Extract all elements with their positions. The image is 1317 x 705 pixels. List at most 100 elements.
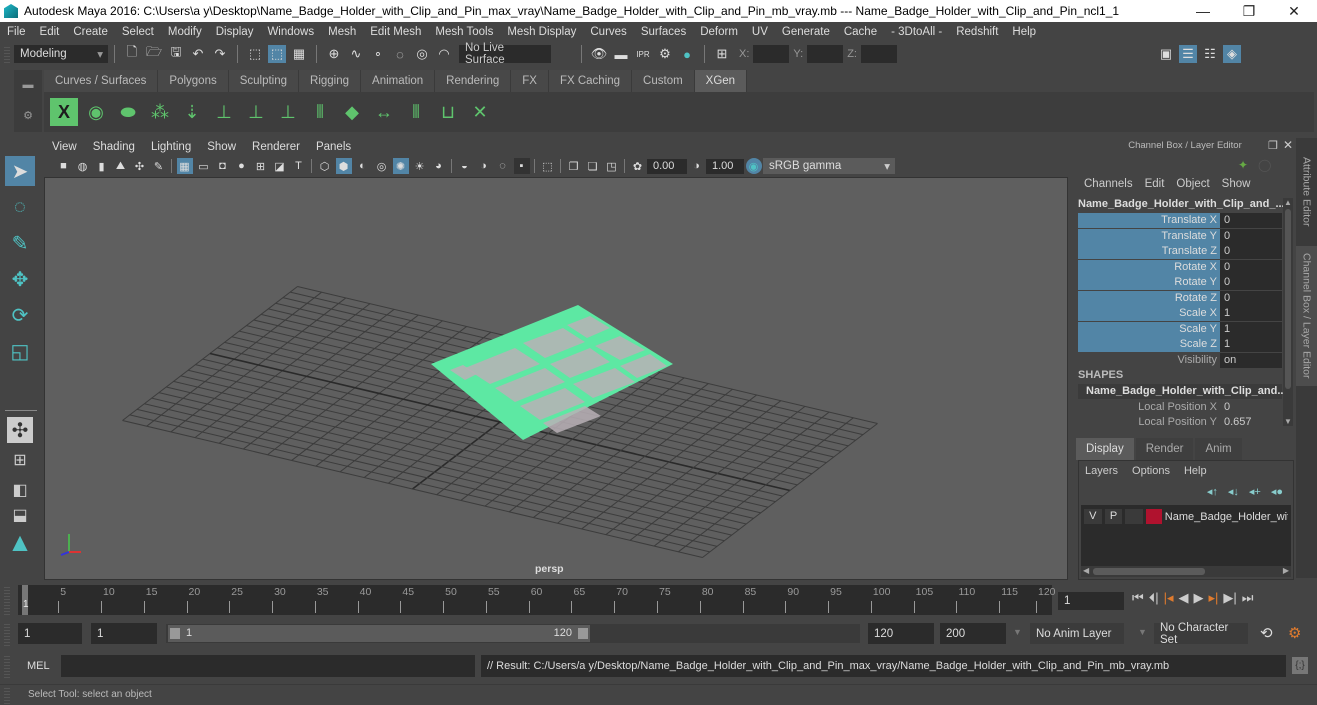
shadows-icon[interactable]: ◕ [431,158,447,174]
channel-value[interactable]: 0 [1220,291,1282,306]
menu-help[interactable]: Help [1005,26,1043,38]
menu-redshift[interactable]: Redshift [949,26,1005,38]
step-forward-key-icon[interactable]: ▸| [1209,590,1219,606]
menu-deform[interactable]: Deform [693,26,745,38]
xgen-sculpt-guides-icon[interactable]: ⫴ [306,98,334,126]
xgen-delete-guides-icon[interactable]: ✕ [466,98,494,126]
field-chart-icon[interactable]: ⊞ [253,158,269,174]
image-plane-icon[interactable]: ⛰ [113,158,129,174]
modeling-toolkit-icon[interactable]: ▣ [1157,45,1175,63]
viewport-persp[interactable]: persp [44,177,1068,580]
z-input[interactable] [860,45,897,63]
snap-pivot-icon[interactable]: ◠ [435,45,453,63]
minimize-button[interactable]: — [1180,0,1226,22]
script-editor-icon[interactable]: {;} [1292,657,1308,674]
channel-value[interactable]: 0 [1220,260,1282,275]
panel-menu-lighting[interactable]: Lighting [143,141,199,153]
command-line-handle[interactable] [4,654,10,678]
channel-value[interactable]: on [1220,353,1282,368]
channel-row[interactable]: Scale Y1 [1078,322,1282,337]
new-scene-icon[interactable]: 🗋 [123,44,141,63]
default-lighting-icon[interactable]: ◐ [355,158,371,174]
layer-menu-layers[interactable]: Layers [1085,465,1118,477]
layer-playback-toggle[interactable]: P [1104,509,1123,524]
layer-menu-options[interactable]: Options [1132,465,1170,477]
shelf-tab-xgen[interactable]: XGen [694,70,748,92]
smooth-shade-icon[interactable]: ⬢ [335,158,352,174]
shelf-tab-custom[interactable]: Custom [632,70,695,92]
channel-value[interactable]: 0 [1220,213,1282,228]
channel-label[interactable]: Local Position X [1078,400,1220,415]
xgen-show-guides-icon[interactable]: ⊥ [242,98,270,126]
animation-preferences-icon[interactable]: ⚙ [1288,624,1301,642]
select-tool-icon[interactable]: ➤ [5,156,35,186]
channel-row[interactable]: Scale X1 [1078,306,1282,321]
xgen-add-guides-icon[interactable]: ⁂ [146,98,174,126]
ipr-render-icon[interactable]: IPR [634,45,652,63]
y-input[interactable] [807,45,844,63]
channel-sync-icon[interactable]: ◯ [1258,158,1271,172]
cb-menu-object[interactable]: Object [1170,178,1215,194]
xgen-window-icon[interactable]: X [50,98,78,126]
layer-tab-anim[interactable]: Anim [1195,438,1242,460]
xgen-lock-guides-icon[interactable]: ⊥ [274,98,302,126]
playback-start-field[interactable]: 1 [91,623,157,644]
xray-icon[interactable]: ❐ [566,158,582,174]
shelf-menu-icon[interactable]: ▬ [14,70,42,100]
channel-value[interactable]: 1 [1220,337,1282,352]
gamma-icon[interactable]: ◑ [689,158,705,174]
manipulator-axes-icon[interactable]: ✦ [1238,158,1248,172]
scene-start-field[interactable]: 1 [18,623,82,644]
select-component-icon[interactable]: ▦ [290,45,308,63]
menu-set-dropdown[interactable]: Modeling ▾ [14,45,108,63]
menu-mesh[interactable]: Mesh [321,26,363,38]
maya-home-icon[interactable]: ▲ [5,527,35,557]
panel-menu-shading[interactable]: Shading [85,141,143,153]
channel-label[interactable]: Scale Y [1078,322,1220,337]
x-input[interactable] [753,45,790,63]
play-backwards-icon[interactable]: ◀ [1179,590,1189,606]
cb-menu-show[interactable]: Show [1216,178,1257,194]
scroll-thumb[interactable] [1093,568,1205,575]
hypershade-icon[interactable]: ● [678,45,696,63]
layer-name[interactable]: Name_Badge_Holder_wit [1165,511,1288,523]
xray-joints-icon[interactable]: ◳ [604,158,620,174]
snap-grid-icon[interactable]: ⊕ [325,45,343,63]
range-slider-track[interactable]: 1 120 [166,624,860,643]
channel-value[interactable]: 0 [1220,400,1282,415]
toolbar-handle[interactable] [4,45,10,63]
cb-menu-channels[interactable]: Channels [1078,178,1139,194]
shelf-tab-animation[interactable]: Animation [361,70,436,92]
snap-point-icon[interactable]: ∘ [369,45,387,63]
channel-label[interactable]: Rotate Y [1078,275,1220,290]
menu-modify[interactable]: Modify [161,26,209,38]
isolate-select-icon[interactable]: ⬚ [540,158,556,174]
shelf-tab-fx[interactable]: FX [511,70,549,92]
panel-menu-panels[interactable]: Panels [308,141,359,153]
channel-label[interactable]: Translate Y [1078,229,1220,244]
motion-blur-icon[interactable]: ◑ [476,158,492,174]
layer-visibility-toggle[interactable]: V [1084,509,1102,524]
xgen-place-guides-icon[interactable]: ⇣ [178,98,206,126]
channel-row[interactable]: Translate Y0 [1078,229,1282,244]
channel-row[interactable]: Translate Z0 [1078,244,1282,259]
step-back-frame-icon[interactable]: ⏴| [1149,590,1159,606]
gamma-field[interactable]: 1.00 [706,158,744,174]
go-to-start-icon[interactable]: ⏮ [1132,590,1144,606]
channel-value[interactable]: 0 [1220,275,1282,290]
move-tool-icon[interactable]: ✥ [5,264,35,294]
channel-label[interactable]: Visibility [1078,353,1220,368]
grid-icon[interactable]: ▦ [176,158,193,174]
select-camera-icon[interactable]: ■ [56,158,72,174]
menu-edit[interactable]: Edit [33,26,67,38]
character-set-dropdown-arrow-icon[interactable]: ▼ [1138,627,1147,637]
scroll-down-icon[interactable]: ▼ [1283,417,1293,426]
channel-label[interactable]: Local Position Y [1078,415,1220,430]
bookmark-icon[interactable]: ▮ [94,158,110,174]
menu-surfaces[interactable]: Surfaces [634,26,693,38]
channel-label[interactable]: Scale X [1078,306,1220,321]
layer-menu-help[interactable]: Help [1184,465,1207,477]
xgen-clear-preview-icon[interactable]: ⬬ [114,98,142,126]
xgen-bend-guides-icon[interactable]: ↔ [370,98,398,126]
lasso-tool-icon[interactable]: ◌ [5,192,35,222]
